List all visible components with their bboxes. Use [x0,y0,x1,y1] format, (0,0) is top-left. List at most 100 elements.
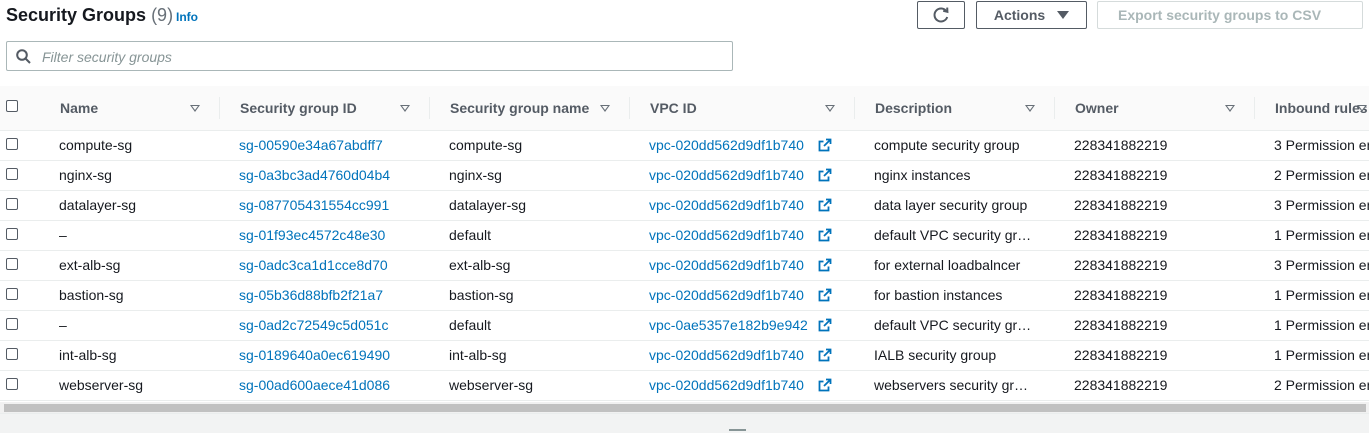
external-link-icon[interactable] [818,318,832,335]
cell-description: nginx instances [874,167,971,183]
table-row[interactable]: datalayer-sg sg-087705431554cc991 datalaye… [0,190,1369,221]
external-link-icon[interactable] [818,198,832,215]
column-inbound-rules[interactable]: Inbound rules [1255,86,1369,130]
cell-sg-id-link[interactable]: sg-00ad600aece41d086 [239,370,424,400]
cell-sg-name: webserver-sg [449,377,534,393]
sort-caret-icon[interactable] [1225,105,1235,112]
column-sg-name-label: Security group name [450,100,590,116]
cell-owner: 228341882219 [1074,347,1168,363]
sort-caret-icon[interactable] [400,105,410,112]
cell-vpc-id-link[interactable]: vpc-020dd562d9df1b740 [649,220,817,250]
sort-caret-icon[interactable] [825,105,835,112]
horizontal-scrollbar[interactable] [0,402,1369,413]
row-checkbox[interactable] [6,288,18,300]
cell-owner: 228341882219 [1074,257,1168,273]
filter-search-box[interactable] [6,41,733,71]
column-sg-name[interactable]: Security group name [430,86,630,130]
row-checkbox[interactable] [6,318,18,330]
sort-caret-icon[interactable] [1025,105,1035,112]
sort-caret-icon[interactable] [190,105,200,112]
resize-handle-icon[interactable] [729,429,746,431]
cell-inbound-rules: 1 Permission entry [1274,227,1369,243]
external-link-icon[interactable] [818,288,832,305]
row-checkbox[interactable] [6,348,18,360]
cell-description: data layer security group [874,197,1028,213]
group-count: (9) [151,5,174,25]
cell-vpc-id-link[interactable]: vpc-020dd562d9df1b740 [649,370,817,400]
column-owner[interactable]: Owner [1055,86,1255,130]
cell-inbound-rules: 3 Permission entries [1274,257,1369,273]
column-vpc-id[interactable]: VPC ID [630,86,855,130]
column-name[interactable]: Name [0,86,220,130]
bottom-split-panel [0,413,1369,433]
cell-sg-id-link[interactable]: sg-05b36d88bfb2f21a7 [239,280,424,310]
cell-inbound-rules: 1 Permission entry [1274,317,1369,333]
table-row[interactable]: ext-alb-sg sg-0adc3ca1d1cce8d70 ext-alb-sg… [0,250,1369,281]
external-link-icon[interactable] [818,138,832,155]
cell-sg-name: ext-alb-sg [449,257,511,273]
cell-sg-id-link[interactable]: sg-087705431554cc991 [239,190,424,220]
column-owner-label: Owner [1075,100,1119,116]
export-csv-button[interactable]: Export security groups to CSV [1097,1,1363,29]
cell-inbound-rules: 1 Permission entry [1274,347,1369,363]
cell-name: nginx-sg [59,167,112,183]
table-row[interactable]: int-alb-sg sg-0189640a0ec619490 int-alb-sg… [0,340,1369,371]
export-label: Export security groups to CSV [1118,7,1322,23]
external-link-icon[interactable] [818,348,832,365]
cell-sg-id-link[interactable]: sg-0a3bc3ad4760d04b4 [239,160,424,190]
cell-name: compute-sg [59,137,133,153]
sort-caret-icon[interactable] [1357,105,1367,112]
table-row[interactable]: compute-sg sg-00590e34a67abdff7 compute-sg… [0,130,1369,161]
row-checkbox[interactable] [6,168,18,180]
table-row[interactable]: nginx-sg sg-0a3bc3ad4760d04b4 nginx-sg vpc-… [0,160,1369,191]
cell-owner: 228341882219 [1074,287,1168,303]
cell-sg-id-link[interactable]: sg-00590e34a67abdff7 [239,130,424,160]
filter-input[interactable] [40,46,724,68]
cell-owner: 228341882219 [1074,197,1168,213]
cell-inbound-rules: 2 Permission entries [1274,377,1369,393]
cell-vpc-id-link[interactable]: vpc-020dd562d9df1b740 [649,130,817,160]
table-row[interactable]: webserver-sg sg-00ad600aece41d086 webserve… [0,370,1369,401]
external-link-icon[interactable] [818,168,832,185]
table-row[interactable]: bastion-sg sg-05b36d88bfb2f21a7 bastion-sg… [0,280,1369,311]
cell-vpc-id-link[interactable]: vpc-020dd562d9df1b740 [649,160,817,190]
cell-description: default VPC security gr… [874,317,1032,333]
chevron-down-icon [1057,11,1070,19]
external-link-icon[interactable] [818,378,832,395]
column-description[interactable]: Description [855,86,1055,130]
search-icon [16,49,31,64]
external-link-icon[interactable] [818,228,832,245]
cell-description: default VPC security gr… [874,227,1032,243]
cell-sg-id-link[interactable]: sg-0189640a0ec619490 [239,340,424,370]
cell-sg-name: nginx-sg [449,167,502,183]
column-sg-id[interactable]: Security group ID [220,86,430,130]
cell-description: for bastion instances [874,287,1003,303]
cell-name: – [59,317,67,333]
column-inbound-rules-label: Inbound rules [1275,100,1368,116]
cell-sg-id-link[interactable]: sg-0adc3ca1d1cce8d70 [239,250,424,280]
cell-description: compute security group [874,137,1020,153]
row-checkbox[interactable] [6,228,18,240]
cell-sg-name: compute-sg [449,137,523,153]
row-checkbox[interactable] [6,258,18,270]
cell-vpc-id-link[interactable]: vpc-020dd562d9df1b740 [649,340,817,370]
cell-vpc-id-link[interactable]: vpc-0ae5357e182b9e942 [649,310,817,340]
cell-vpc-id-link[interactable]: vpc-020dd562d9df1b740 [649,250,817,280]
info-link[interactable]: Info [176,10,198,24]
sort-caret-icon[interactable] [600,105,610,112]
row-checkbox[interactable] [6,138,18,150]
cell-inbound-rules: 3 Permission entries [1274,137,1369,153]
cell-sg-id-link[interactable]: sg-0ad2c72549c5d051c [239,310,424,340]
row-checkbox[interactable] [6,198,18,210]
actions-button[interactable]: Actions [976,1,1087,29]
cell-vpc-id-link[interactable]: vpc-020dd562d9df1b740 [649,280,817,310]
table-row[interactable]: – sg-01f93ec4572c48e30 default vpc-020dd562… [0,220,1369,251]
cell-sg-id-link[interactable]: sg-01f93ec4572c48e30 [239,220,424,250]
table-row[interactable]: – sg-0ad2c72549c5d051c default vpc-0ae5357e… [0,310,1369,341]
row-checkbox[interactable] [6,378,18,390]
refresh-button[interactable] [917,1,965,29]
cell-owner: 228341882219 [1074,377,1168,393]
scrollbar-thumb[interactable] [4,404,1366,412]
cell-vpc-id-link[interactable]: vpc-020dd562d9df1b740 [649,190,817,220]
external-link-icon[interactable] [818,258,832,275]
